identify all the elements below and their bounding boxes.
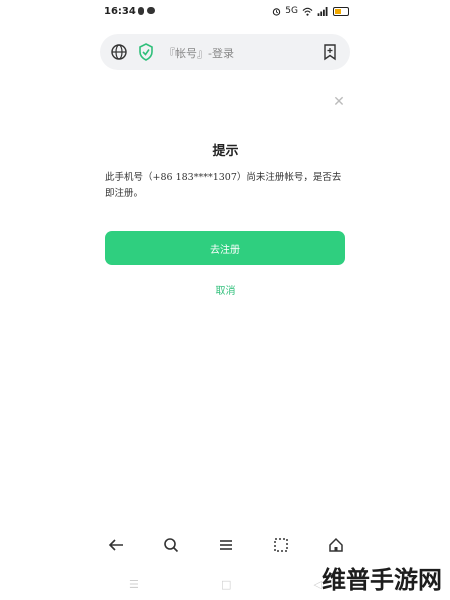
data-icon: 5G — [285, 6, 298, 16]
recent-apps-icon[interactable]: ☰ — [129, 578, 139, 591]
phone-screen: 16:34 5G 『帐号』-登录 ✕ 提示 此手机号（+86 183****13… — [88, 0, 363, 600]
dialog-message: 此手机号（+86 183****1307）尚未注册帐号，是否去即注册。 — [105, 172, 342, 199]
alarm-icon — [273, 7, 281, 16]
notification-chat-icon — [147, 7, 155, 14]
menu-icon — [219, 540, 232, 550]
back-icon — [108, 539, 123, 551]
search-button[interactable] — [156, 530, 186, 560]
back-button[interactable] — [101, 530, 131, 560]
status-time: 16:34 — [104, 6, 136, 17]
home-nav-icon[interactable]: □ — [221, 578, 231, 591]
dialog-title: 提示 — [212, 144, 239, 159]
signal-icon — [317, 6, 328, 16]
back-nav-icon[interactable]: ◁ — [313, 578, 321, 591]
notification-icons — [138, 7, 155, 15]
search-icon — [163, 538, 178, 553]
home-icon — [328, 537, 343, 552]
battery-icon — [333, 6, 349, 16]
home-button[interactable] — [321, 530, 351, 560]
menu-button[interactable] — [211, 530, 241, 560]
watermark-logo: 维普手游网 — [322, 566, 442, 594]
wifi-icon — [302, 7, 313, 16]
status-right-icons: 5G — [272, 6, 349, 16]
cancel-button[interactable]: 取消 — [88, 282, 363, 297]
bookmark-add-icon[interactable] — [322, 43, 338, 61]
browser-toolbar — [88, 526, 363, 564]
tabs-icon — [273, 538, 288, 552]
globe-icon[interactable] — [110, 43, 128, 61]
register-button[interactable]: 去注册 — [105, 231, 345, 265]
close-icon[interactable]: ✕ — [332, 95, 346, 109]
url-text[interactable]: 『帐号』-登录 — [164, 45, 234, 61]
status-bar: 16:34 5G — [88, 0, 363, 24]
shield-check-icon[interactable] — [138, 43, 154, 61]
notification-drop-icon — [138, 7, 144, 15]
address-bar[interactable]: 『帐号』-登录 — [100, 34, 350, 70]
tabs-button[interactable] — [266, 530, 296, 560]
